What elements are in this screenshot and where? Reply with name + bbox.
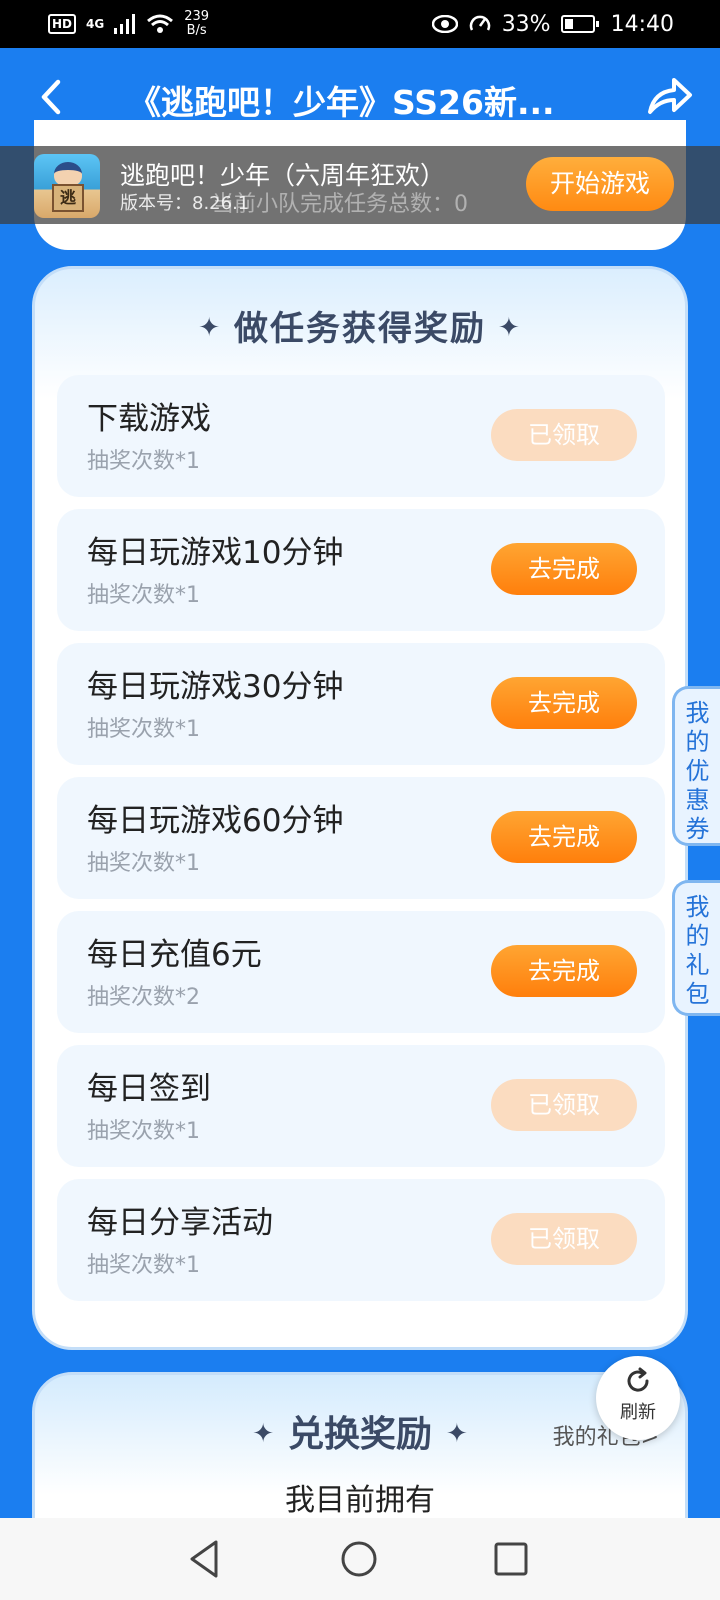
owned-label: 我目前拥有	[285, 1483, 435, 1518]
task-name: 每日玩游戏10分钟	[87, 535, 344, 571]
signal-icon	[114, 14, 136, 34]
task-reward: 抽奖次数*1	[87, 449, 200, 474]
network-label: 4G	[86, 17, 105, 31]
back-icon[interactable]	[30, 70, 76, 124]
start-game-button[interactable]: 开始游戏	[526, 157, 674, 211]
task-reward: 抽奖次数*2	[87, 985, 200, 1010]
status-bar: HD 4G 239 B/s 33% 14:40	[0, 0, 720, 48]
task-row: 每日分享活动 抽奖次数*1 已领取	[57, 1179, 665, 1301]
task-reward: 抽奖次数*1	[87, 583, 200, 608]
go-complete-button[interactable]: 去完成	[491, 677, 637, 729]
game-download-bar: 逃 当前小队完成任务总数：0 逃跑吧！少年（六周年狂欢） 版本号：8.26.1 …	[0, 146, 720, 224]
task-reward: 抽奖次数*1	[87, 1119, 200, 1144]
wifi-icon	[147, 14, 174, 33]
nav-recents-icon[interactable]	[488, 1536, 534, 1582]
page-title: 《逃跑吧！少年》SS26新...	[128, 83, 555, 122]
refresh-button[interactable]: 刷新	[596, 1356, 680, 1440]
task-name: 每日分享活动	[87, 1205, 273, 1241]
game-name: 逃跑吧！少年（六周年狂欢）	[120, 161, 446, 190]
eye-icon	[431, 15, 458, 33]
clock: 14:40	[610, 11, 674, 37]
tasks-card: ✦ 做任务获得奖励 ✦ 下载游戏 抽奖次数*1 已领取 每日玩游戏10分钟 抽奖次数…	[32, 266, 688, 1350]
my-coupons-tab[interactable]: 我的优惠券	[672, 686, 720, 846]
my-coupons-label: 我的优惠券	[685, 699, 710, 843]
task-reward: 抽奖次数*1	[87, 851, 200, 876]
nav-back-icon[interactable]	[182, 1536, 228, 1582]
tasks-section-title: ✦ 做任务获得奖励 ✦	[198, 309, 522, 349]
go-complete-button[interactable]: 去完成	[491, 811, 637, 863]
game-version: 版本号：8.26.1	[120, 193, 250, 214]
task-row: 每日玩游戏30分钟 抽奖次数*1 去完成	[57, 643, 665, 765]
task-row: 每日玩游戏60分钟 抽奖次数*1 去完成	[57, 777, 665, 899]
task-row: 每日充值6元 抽奖次数*2 去完成	[57, 911, 665, 1033]
task-name: 每日签到	[87, 1071, 211, 1107]
task-name: 每日玩游戏30分钟	[87, 669, 344, 705]
sparkle-icon: ✦	[446, 1419, 468, 1449]
share-icon[interactable]	[644, 74, 694, 120]
claimed-button[interactable]: 已领取	[491, 1079, 637, 1131]
sparkle-icon: ✦	[498, 313, 522, 343]
nav-home-icon[interactable]	[336, 1536, 382, 1582]
sparkle-icon: ✦	[198, 313, 222, 343]
claimed-button[interactable]: 已领取	[491, 1213, 637, 1265]
sparkle-icon: ✦	[252, 1419, 274, 1449]
system-nav-bar	[0, 1518, 720, 1600]
my-gifts-label: 我的礼包	[685, 893, 710, 1008]
claimed-button[interactable]: 已领取	[491, 409, 637, 461]
go-complete-button[interactable]: 去完成	[491, 543, 637, 595]
task-name: 下载游戏	[87, 401, 211, 437]
refresh-icon	[627, 1367, 649, 1392]
task-row: 下载游戏 抽奖次数*1 已领取	[57, 375, 665, 497]
game-app-icon: 逃	[34, 154, 100, 218]
battery-percent: 33%	[501, 11, 551, 37]
task-row: 每日签到 抽奖次数*1 已领取	[57, 1045, 665, 1167]
refresh-label: 刷新	[620, 1402, 656, 1423]
task-name: 每日充值6元	[87, 937, 262, 973]
hd-icon: HD	[48, 14, 77, 34]
task-name: 每日玩游戏60分钟	[87, 803, 344, 839]
task-row: 每日玩游戏10分钟 抽奖次数*1 去完成	[57, 509, 665, 631]
battery-icon	[560, 15, 599, 33]
net-speed: 239 B/s	[184, 9, 210, 38]
speedometer-icon	[469, 15, 490, 31]
go-complete-button[interactable]: 去完成	[491, 945, 637, 997]
my-gifts-tab[interactable]: 我的礼包	[672, 880, 720, 1016]
task-reward: 抽奖次数*1	[87, 1253, 200, 1278]
task-reward: 抽奖次数*1	[87, 717, 200, 742]
